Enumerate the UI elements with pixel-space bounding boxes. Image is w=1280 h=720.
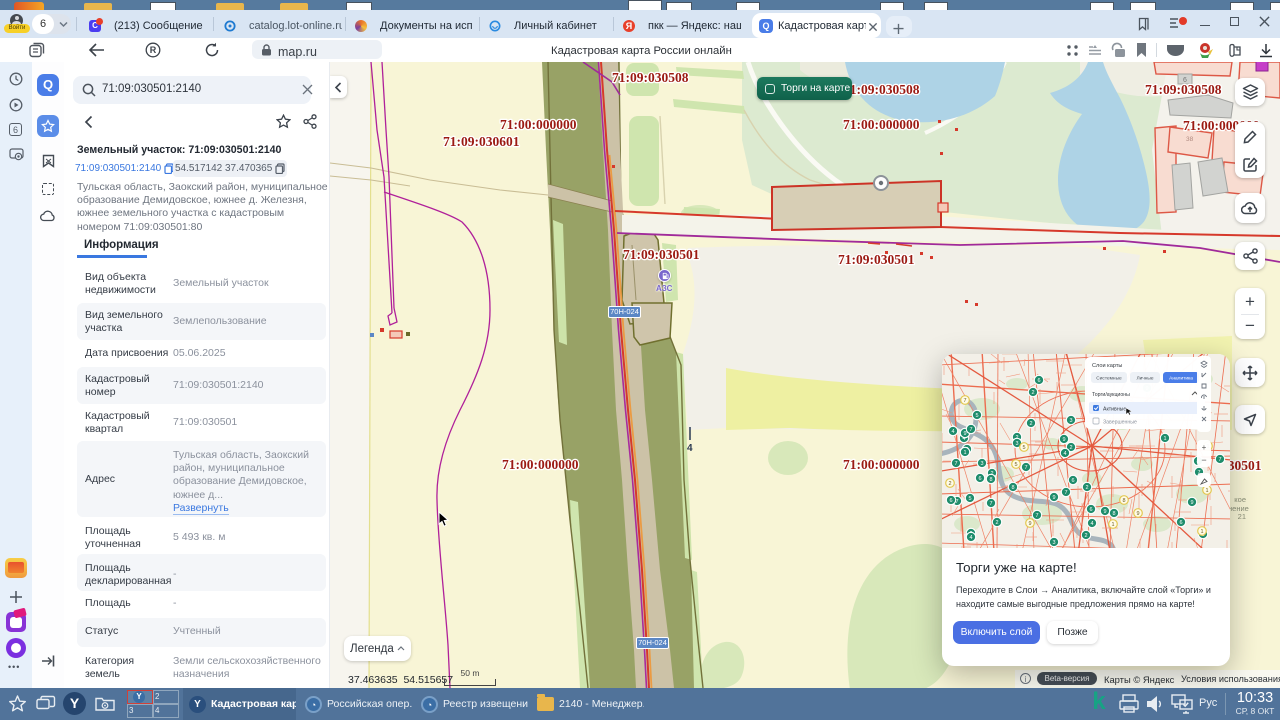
- svg-text:6: 6: [1037, 378, 1040, 384]
- svg-text:9: 9: [1028, 521, 1031, 527]
- svg-text:7: 7: [963, 398, 966, 404]
- svg-text:71:00:000000: 71:00:000000: [500, 117, 577, 132]
- svg-text:+: +: [1202, 443, 1207, 452]
- svg-text:71:00:000000: 71:00:000000: [502, 457, 579, 472]
- svg-text:4: 4: [1090, 521, 1093, 527]
- svg-text:71:09:030501: 71:09:030501: [623, 247, 700, 262]
- svg-text:9: 9: [963, 431, 966, 437]
- svg-text:Активные: Активные: [1103, 407, 1126, 413]
- svg-text:9: 9: [1136, 511, 1139, 517]
- svg-text:7: 7: [1024, 465, 1027, 471]
- svg-text:7: 7: [1035, 513, 1038, 519]
- svg-text:2: 2: [1031, 390, 1034, 396]
- svg-text:8: 8: [1112, 511, 1115, 517]
- svg-text:7: 7: [1064, 490, 1067, 496]
- svg-text:4: 4: [687, 443, 693, 454]
- svg-text:71:09:030508: 71:09:030508: [843, 82, 920, 97]
- svg-text:4: 4: [1063, 451, 1066, 457]
- svg-text:1: 1: [963, 450, 966, 456]
- svg-text:5: 5: [1022, 445, 1025, 451]
- svg-text:71:09:030508: 71:09:030508: [1145, 82, 1222, 97]
- svg-text:3: 3: [1069, 418, 1072, 424]
- svg-text:R: R: [150, 45, 157, 55]
- svg-text:2: 2: [948, 481, 951, 487]
- svg-text:2: 2: [1029, 421, 1032, 427]
- svg-text:2: 2: [1085, 485, 1088, 491]
- svg-text:4: 4: [951, 429, 954, 435]
- svg-text:−: −: [1201, 455, 1206, 465]
- svg-text:3: 3: [1052, 540, 1055, 546]
- svg-text:2: 2: [1069, 445, 1072, 451]
- svg-text:1: 1: [1163, 436, 1166, 442]
- svg-text:Системные: Системные: [1096, 376, 1122, 382]
- svg-text:7: 7: [989, 501, 992, 507]
- svg-text:1: 1: [1205, 488, 1208, 494]
- svg-text:Слои карты: Слои карты: [1092, 363, 1122, 369]
- svg-text:7: 7: [1218, 457, 1221, 463]
- svg-text:Завершенные: Завершенные: [1103, 420, 1137, 426]
- svg-text:71:09:030601: 71:09:030601: [443, 134, 520, 149]
- svg-text:6: 6: [978, 476, 981, 482]
- svg-text:71:00:000000: 71:00:000000: [843, 117, 920, 132]
- svg-text:3: 3: [1015, 441, 1018, 447]
- svg-text:2: 2: [995, 520, 998, 526]
- svg-text:71:00:000000: 71:00:000000: [843, 457, 920, 472]
- svg-text:5: 5: [1014, 462, 1017, 468]
- svg-text:5: 5: [968, 496, 971, 502]
- svg-text:4: 4: [969, 535, 972, 541]
- svg-text:6: 6: [1089, 507, 1092, 513]
- svg-text:5: 5: [975, 413, 978, 419]
- svg-text:71:09:030501: 71:09:030501: [838, 252, 915, 267]
- svg-text:8: 8: [1122, 498, 1125, 504]
- svg-text:9: 9: [1190, 500, 1193, 506]
- svg-text:38: 38: [1186, 136, 1194, 143]
- svg-text:7: 7: [969, 427, 972, 433]
- svg-text:3: 3: [980, 461, 983, 467]
- svg-text:8: 8: [1011, 485, 1014, 491]
- svg-text:6: 6: [1071, 478, 1074, 484]
- svg-text:9: 9: [1052, 495, 1055, 501]
- svg-text:6: 6: [1179, 520, 1182, 526]
- svg-text:6: 6: [949, 498, 952, 504]
- svg-text:1: 1: [1111, 522, 1114, 528]
- svg-text:9: 9: [1103, 509, 1106, 515]
- svg-text:7: 7: [954, 461, 957, 467]
- svg-text:2: 2: [1084, 533, 1087, 539]
- svg-text:9: 9: [1062, 437, 1065, 443]
- svg-text:71:09:030508: 71:09:030508: [612, 70, 689, 85]
- svg-text:1: 1: [1200, 529, 1203, 535]
- svg-text:Торги/аукционы: Торги/аукционы: [1092, 392, 1130, 398]
- svg-text:8: 8: [989, 477, 992, 483]
- svg-text:Личные: Личные: [1136, 376, 1153, 382]
- svg-text:Аналитика: Аналитика: [1169, 376, 1193, 382]
